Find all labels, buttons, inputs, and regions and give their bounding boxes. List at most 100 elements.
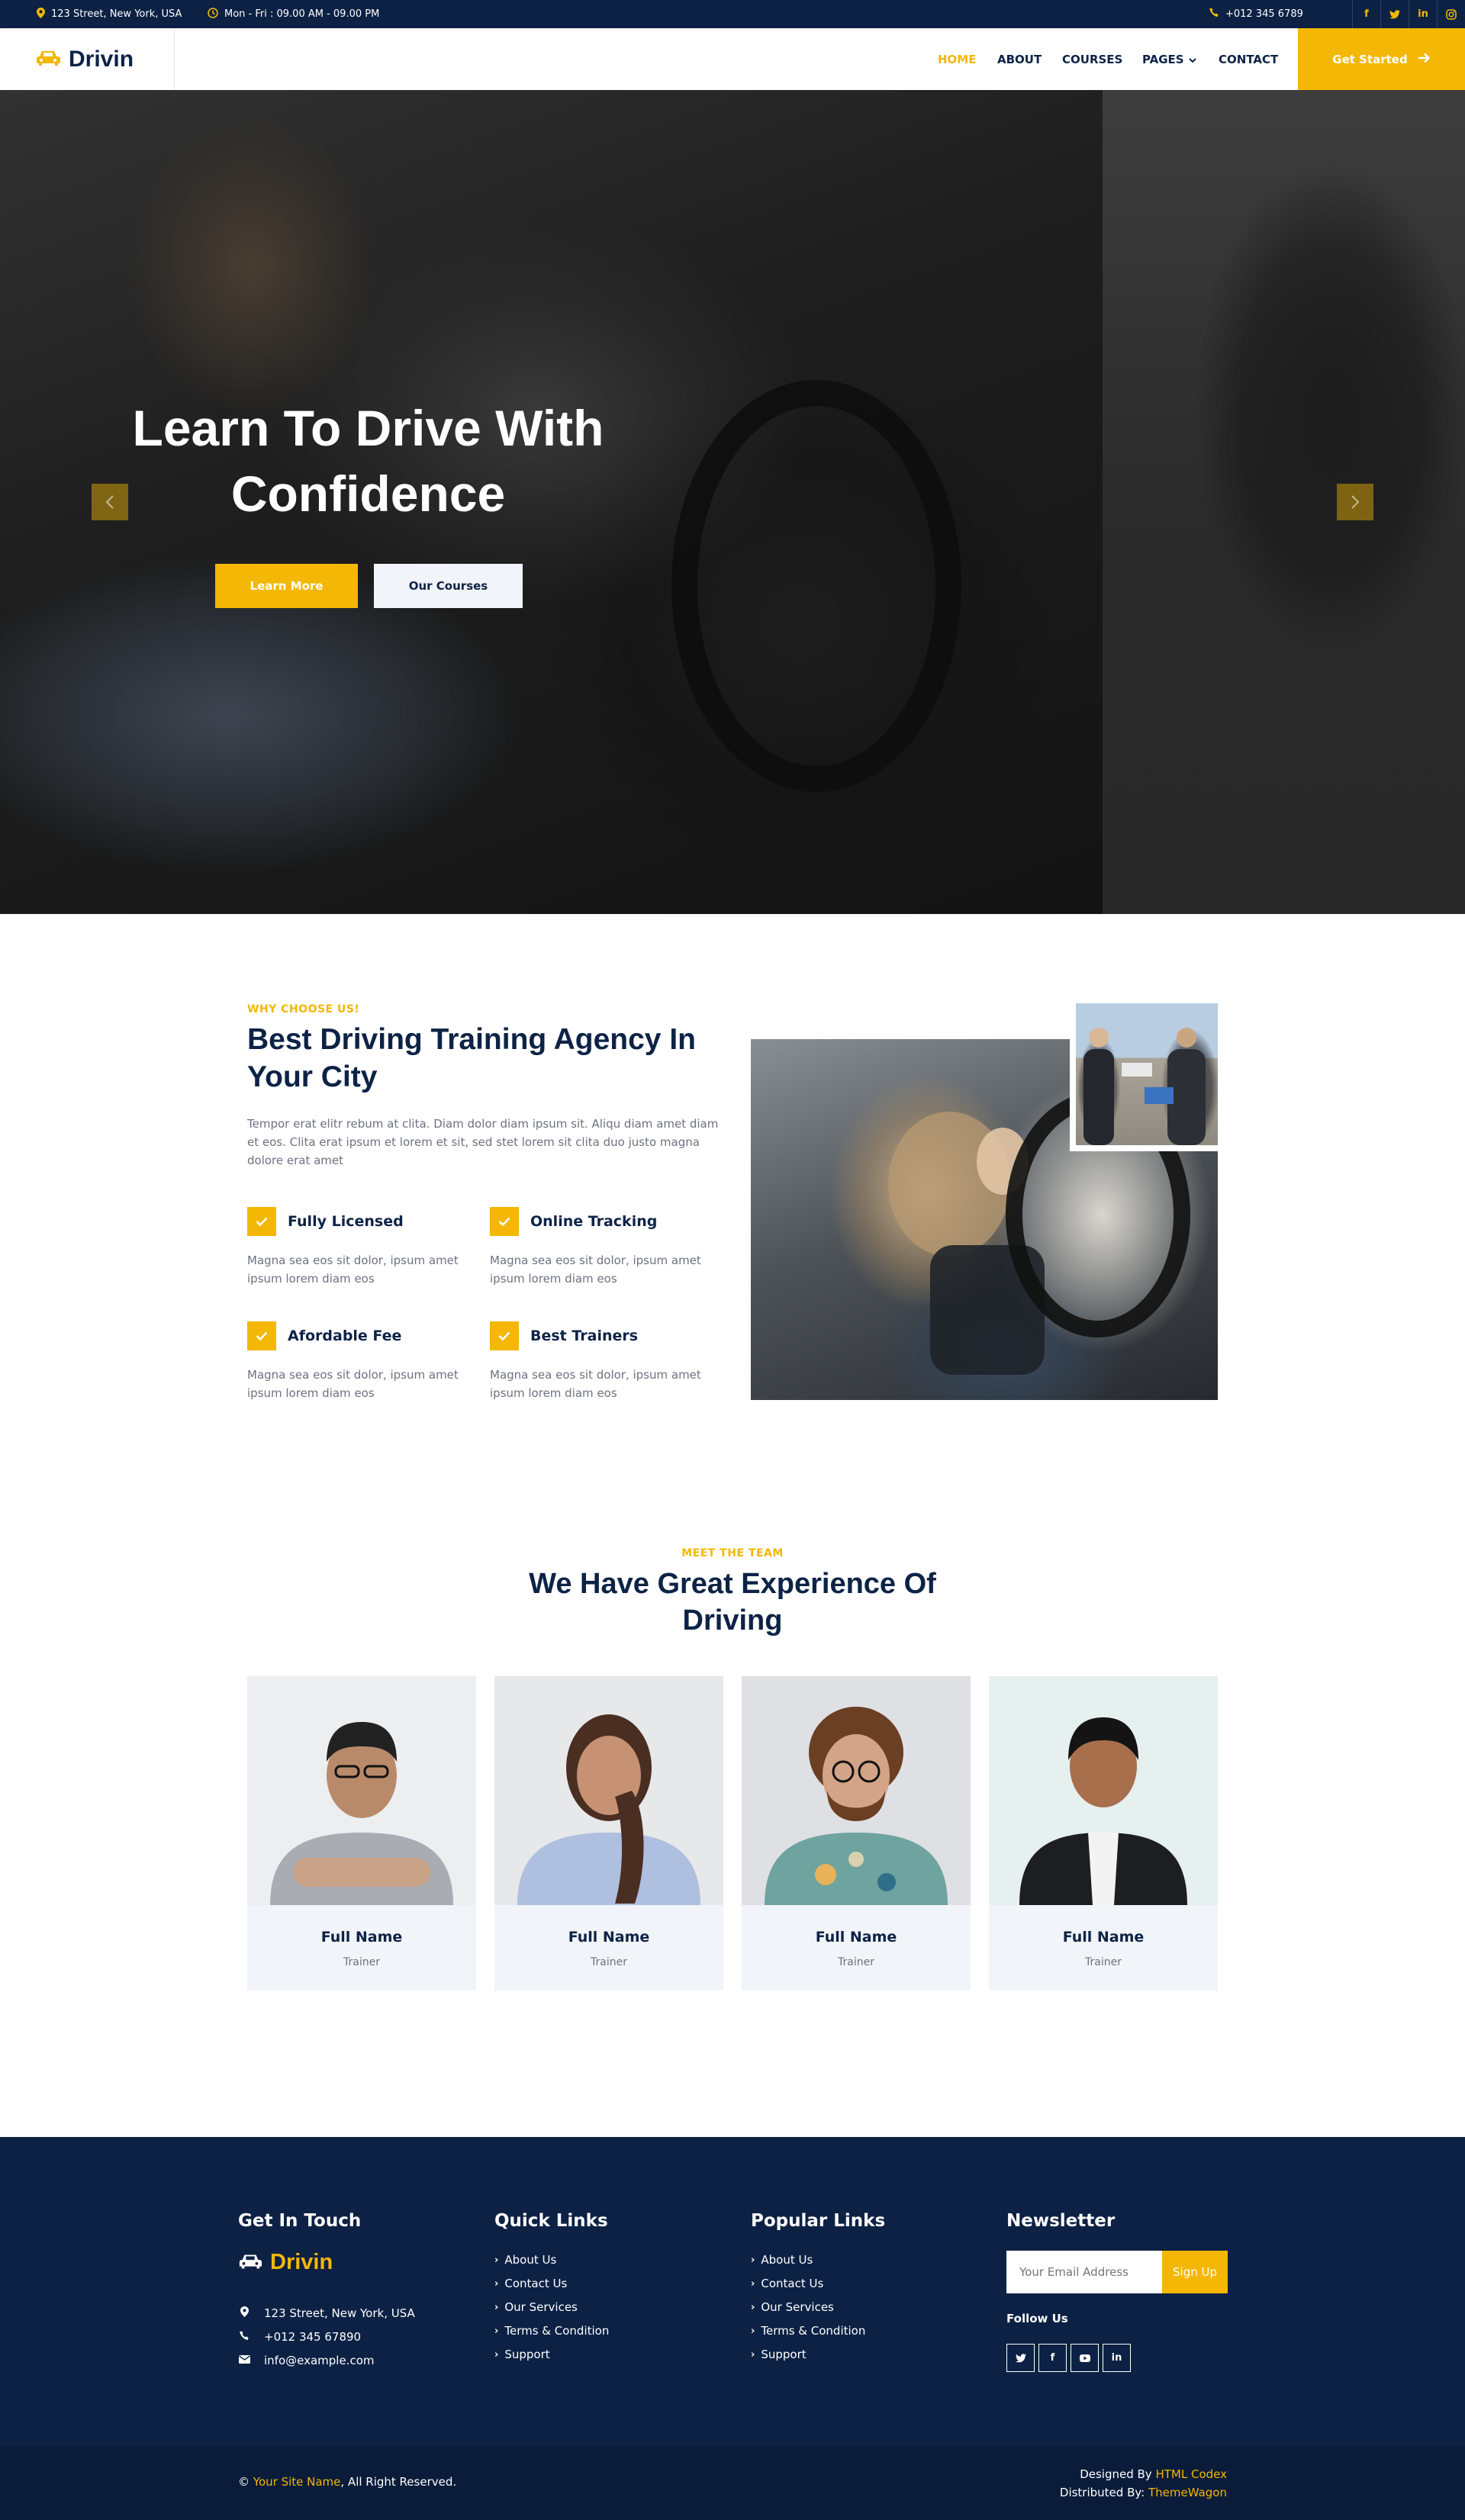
popular-link[interactable]: › Terms & Condition <box>751 2324 865 2338</box>
chevron-right-icon: › <box>751 2277 755 2290</box>
footer-email-text: info@example.com <box>264 2354 375 2367</box>
get-started-button[interactable]: Get Started <box>1298 28 1465 90</box>
main-navbar: Drivin HOME ABOUT COURSES PAGES CONTACT … <box>0 28 1465 90</box>
nav-pages-label: PAGES <box>1142 52 1184 66</box>
hero-title: Learn To Drive With Confidence <box>69 395 668 526</box>
quick-link[interactable]: › About Us <box>494 2253 556 2267</box>
popular-link[interactable]: › About Us <box>751 2253 813 2267</box>
hero-title-line2: Confidence <box>230 465 506 522</box>
popular-link-label: Our Services <box>761 2300 834 2314</box>
nav-pages[interactable]: PAGES <box>1142 53 1196 66</box>
phone-icon <box>1209 8 1219 21</box>
why-eyebrow: WHY CHOOSE US! <box>247 1003 360 1015</box>
member-name: Full Name <box>568 1929 650 1946</box>
our-courses-button[interactable]: Our Courses <box>374 564 523 608</box>
twitter-icon[interactable] <box>1380 0 1409 28</box>
team-member-photo <box>742 1676 971 1905</box>
quick-link[interactable]: › Support <box>494 2348 550 2361</box>
quick-link-label: Our Services <box>504 2300 578 2314</box>
quick-link-label: Contact Us <box>504 2277 568 2290</box>
topbar-hours: Mon - Fri : 09.00 AM - 09.00 PM <box>208 0 379 28</box>
footer-phone-text: +012 345 67890 <box>264 2330 362 2344</box>
instagram-icon[interactable] <box>1437 0 1465 28</box>
popular-link[interactable]: › Our Services <box>751 2300 834 2314</box>
team-title: We Have Great Experience Of Driving <box>529 1568 936 1637</box>
newsletter-email-input[interactable] <box>1006 2251 1162 2293</box>
learn-more-button[interactable]: Learn More <box>215 564 358 608</box>
chevron-right-icon: › <box>494 2301 499 2313</box>
chevron-right-icon: › <box>494 2348 499 2361</box>
footer-brand[interactable]: Drivin <box>238 2250 333 2275</box>
follow-us-label: Follow Us <box>1006 2312 1068 2325</box>
feature-title: Best Trainers <box>530 1328 639 1344</box>
feature-desc: Magna sea eos sit dolor, ipsum amet ipsu… <box>490 1368 701 1400</box>
feature-item: Online Tracking Magna sea eos sit dolor,… <box>490 1207 719 1288</box>
html-codex-link[interactable]: HTML Codex <box>1155 2467 1227 2481</box>
member-role: Trainer <box>838 1956 874 1968</box>
chevron-right-icon <box>1351 489 1360 516</box>
get-started-label: Get Started <box>1332 52 1408 66</box>
sign-up-button[interactable]: Sign Up <box>1162 2251 1228 2293</box>
feature-desc: Magna sea eos sit dolor, ipsum amet ipsu… <box>490 1254 701 1286</box>
topbar-phone: +012 345 6789 <box>1209 0 1303 28</box>
carousel-next-button[interactable] <box>1337 484 1373 520</box>
footer: Get In Touch Drivin 123 Street, New York… <box>0 2137 1465 2446</box>
site-name-link[interactable]: Your Site Name <box>253 2475 341 2489</box>
nav-courses[interactable]: COURSES <box>1062 53 1122 66</box>
popular-link[interactable]: › Contact Us <box>751 2277 823 2290</box>
chevron-right-icon: › <box>751 2254 755 2266</box>
popular-link-label: Support <box>761 2348 807 2361</box>
nav-menu: HOME ABOUT COURSES PAGES CONTACT <box>0 28 1297 90</box>
instructor-photo <box>1070 997 1224 1151</box>
topbar-address: 123 Street, New York, USA <box>37 0 182 28</box>
chevron-left-icon <box>105 489 114 516</box>
copyright-text: © Your Site Name, All Right Reserved. <box>238 2475 456 2489</box>
feature-item: Best Trainers Magna sea eos sit dolor, i… <box>490 1321 719 1402</box>
member-role: Trainer <box>591 1956 627 1968</box>
facebook-icon[interactable]: f <box>1352 0 1380 28</box>
themewagon-link[interactable]: ThemeWagon <box>1148 2486 1227 2499</box>
envelope-icon <box>238 2354 250 2367</box>
popular-link[interactable]: › Support <box>751 2348 807 2361</box>
linkedin-icon[interactable]: in <box>1409 0 1437 28</box>
member-role: Trainer <box>343 1956 380 1968</box>
feature-desc: Magna sea eos sit dolor, ipsum amet ipsu… <box>247 1368 459 1400</box>
facebook-icon[interactable]: f <box>1038 2344 1067 2372</box>
check-icon <box>247 1207 276 1236</box>
team-member-photo <box>494 1676 723 1905</box>
twitter-icon[interactable] <box>1006 2344 1035 2372</box>
carousel-prev-button[interactable] <box>92 484 128 520</box>
copyright-symbol: © <box>238 2475 250 2489</box>
quick-link[interactable]: › Terms & Condition <box>494 2324 609 2338</box>
popular-link-label: Terms & Condition <box>761 2324 866 2338</box>
member-role: Trainer <box>1085 1956 1122 1968</box>
topbar-hours-text: Mon - Fri : 09.00 AM - 09.00 PM <box>224 8 380 20</box>
chevron-right-icon: › <box>494 2325 499 2337</box>
member-name: Full Name <box>320 1929 403 1946</box>
map-marker-icon <box>37 7 45 21</box>
team-member-photo <box>989 1676 1218 1905</box>
check-icon <box>247 1321 276 1350</box>
why-description: Tempor erat elitr rebum at clita. Diam d… <box>247 1117 719 1167</box>
check-icon <box>490 1207 519 1236</box>
footer-heading-newsletter: Newsletter <box>1006 2211 1116 2231</box>
linkedin-icon[interactable]: in <box>1103 2344 1131 2372</box>
top-bar: 123 Street, New York, USA Mon - Fri : 09… <box>0 0 1465 28</box>
hero-carousel: Learn To Drive With Confidence Learn Mor… <box>0 90 1465 914</box>
nav-contact[interactable]: CONTACT <box>1219 53 1278 66</box>
quick-link[interactable]: › Our Services <box>494 2300 578 2314</box>
feature-item: Afordable Fee Magna sea eos sit dolor, i… <box>247 1321 476 1402</box>
nav-home[interactable]: HOME <box>938 53 976 66</box>
youtube-icon[interactable] <box>1071 2344 1099 2372</box>
team-eyebrow: MEET THE TEAM <box>681 1547 784 1559</box>
quick-link[interactable]: › Contact Us <box>494 2277 567 2290</box>
footer-heading-popular: Popular Links <box>751 2211 886 2231</box>
nav-about[interactable]: ABOUT <box>997 53 1042 66</box>
chevron-right-icon: › <box>751 2348 755 2361</box>
car-icon <box>238 2253 262 2273</box>
footer-heading-quick: Quick Links <box>494 2211 608 2231</box>
feature-title: Fully Licensed <box>288 1213 404 1230</box>
chevron-right-icon: › <box>751 2325 755 2337</box>
topbar-phone-text: +012 345 6789 <box>1225 8 1303 20</box>
quick-link-label: About Us <box>504 2253 557 2267</box>
